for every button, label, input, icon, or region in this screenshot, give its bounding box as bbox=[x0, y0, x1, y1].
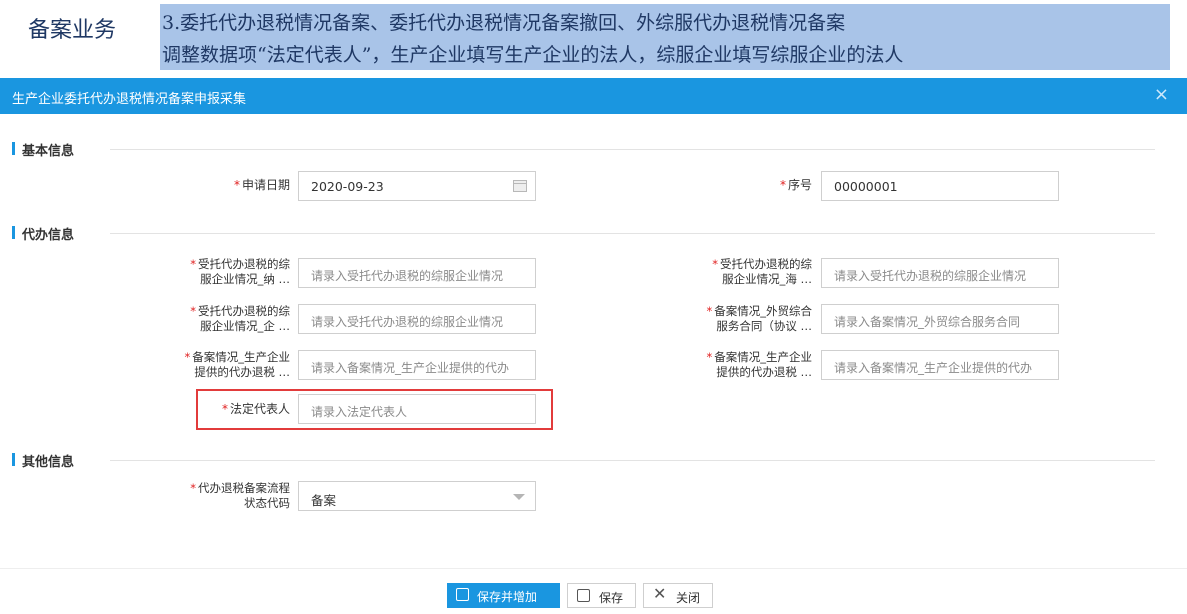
seq-value: 00000001 bbox=[834, 179, 898, 194]
agent-field5-input[interactable]: 请录入备案情况_生产企业提供的代办 bbox=[298, 350, 536, 380]
save-button[interactable]: 保存 bbox=[567, 583, 636, 608]
section-marker bbox=[12, 453, 15, 466]
chevron-down-icon[interactable] bbox=[513, 494, 525, 500]
banner-note-line2: 调整数据项“法定代表人”，生产企业填写生产企业的法人，综服企业填写综服企业的法人 bbox=[162, 44, 904, 66]
agent-field5-label: * 备案情况_生产企业 提供的代办退税 … bbox=[184, 350, 291, 379]
save-and-add-button[interactable]: 保存并增加 bbox=[447, 583, 560, 608]
agent-field3-input[interactable]: 请录入受托代办退税的综服企业情况 bbox=[298, 304, 536, 334]
agent-field2-input[interactable]: 请录入受托代办退税的综服企业情况 bbox=[821, 258, 1059, 288]
agent-field4-label: * 备案情况_外贸综合 服务合同（协议 … bbox=[706, 304, 813, 333]
calendar-icon[interactable] bbox=[513, 180, 527, 192]
close-button[interactable]: ✕ 关闭 bbox=[643, 583, 713, 608]
status-code-value: 备案 bbox=[311, 493, 337, 508]
section-divider bbox=[110, 149, 1155, 150]
section-marker bbox=[12, 226, 15, 239]
apply-date-value: 2020-09-23 bbox=[311, 179, 384, 194]
agent-field3-label: * 受托代办退税的综 服企业情况_企 … bbox=[190, 304, 290, 333]
apply-date-label: * 申请日期 bbox=[233, 178, 290, 192]
seq-field[interactable]: 00000001 bbox=[821, 171, 1059, 201]
banner-tag: 备案业务 bbox=[28, 18, 117, 43]
banner-note-line1: 3.委托代办退税情况备案、委托代办退税情况备案撤回、外综服代办退税情况备案 bbox=[162, 12, 846, 34]
legal-rep-label: * 法定代表人 bbox=[221, 402, 290, 416]
agent-field1-placeholder: 请录入受托代办退税的综服企业情况 bbox=[311, 269, 504, 283]
apply-date-field[interactable]: 2020-09-23 bbox=[298, 171, 536, 201]
section-title-basic: 基本信息 bbox=[22, 144, 75, 159]
seq-label: * 序号 bbox=[779, 178, 812, 192]
dialog-titlebar: 生产企业委托代办退税情况备案申报采集 × bbox=[0, 78, 1187, 114]
section-title-other: 其他信息 bbox=[22, 455, 75, 470]
section-title-agent: 代办信息 bbox=[22, 228, 75, 243]
annotation-banner: 备案业务 3.委托代办退税情况备案、委托代办退税情况备案撤回、外综服代办退税情况… bbox=[0, 0, 1187, 72]
filing-dialog: 生产企业委托代办退税情况备案申报采集 × 基本信息 * 申请日期 2020-09-… bbox=[0, 78, 1187, 614]
agent-field4-input[interactable]: 请录入备案情况_外贸综合服务合同 bbox=[821, 304, 1059, 334]
section-divider bbox=[110, 233, 1155, 234]
section-divider bbox=[110, 460, 1155, 461]
agent-field6-input[interactable]: 请录入备案情况_生产企业提供的代办 bbox=[821, 350, 1059, 380]
legal-rep-placeholder: 请录入法定代表人 bbox=[311, 405, 408, 419]
agent-field2-placeholder: 请录入受托代办退税的综服企业情况 bbox=[834, 269, 1027, 283]
close-icon[interactable]: × bbox=[1154, 84, 1169, 105]
agent-field6-placeholder: 请录入备案情况_生产企业提供的代办 bbox=[834, 361, 1033, 375]
close-icon: ✕ bbox=[653, 584, 667, 603]
status-code-label: * 代办退税备案流程 状态代码 bbox=[190, 481, 290, 510]
section-marker bbox=[12, 142, 15, 155]
agent-field4-placeholder: 请录入备案情况_外贸综合服务合同 bbox=[834, 315, 1021, 329]
agent-field2-label: * 受托代办退税的综 服企业情况_海 … bbox=[712, 257, 812, 286]
agent-field5-placeholder: 请录入备案情况_生产企业提供的代办 bbox=[311, 361, 510, 375]
status-code-select[interactable]: 备案 bbox=[298, 481, 536, 511]
save-icon bbox=[577, 589, 590, 602]
footer-divider bbox=[0, 568, 1187, 569]
add-icon bbox=[456, 588, 469, 601]
agent-field6-label: * 备案情况_生产企业 提供的代办退税 … bbox=[706, 350, 813, 379]
agent-field1-input[interactable]: 请录入受托代办退税的综服企业情况 bbox=[298, 258, 536, 288]
banner-note: 3.委托代办退税情况备案、委托代办退税情况备案撤回、外综服代办退税情况备案 调整… bbox=[160, 4, 1170, 70]
dialog-title: 生产企业委托代办退税情况备案申报采集 bbox=[12, 92, 247, 107]
legal-rep-input[interactable]: 请录入法定代表人 bbox=[298, 394, 536, 424]
agent-field3-placeholder: 请录入受托代办退税的综服企业情况 bbox=[311, 315, 504, 329]
agent-field1-label: * 受托代办退税的综 服企业情况_纳 … bbox=[190, 257, 290, 286]
